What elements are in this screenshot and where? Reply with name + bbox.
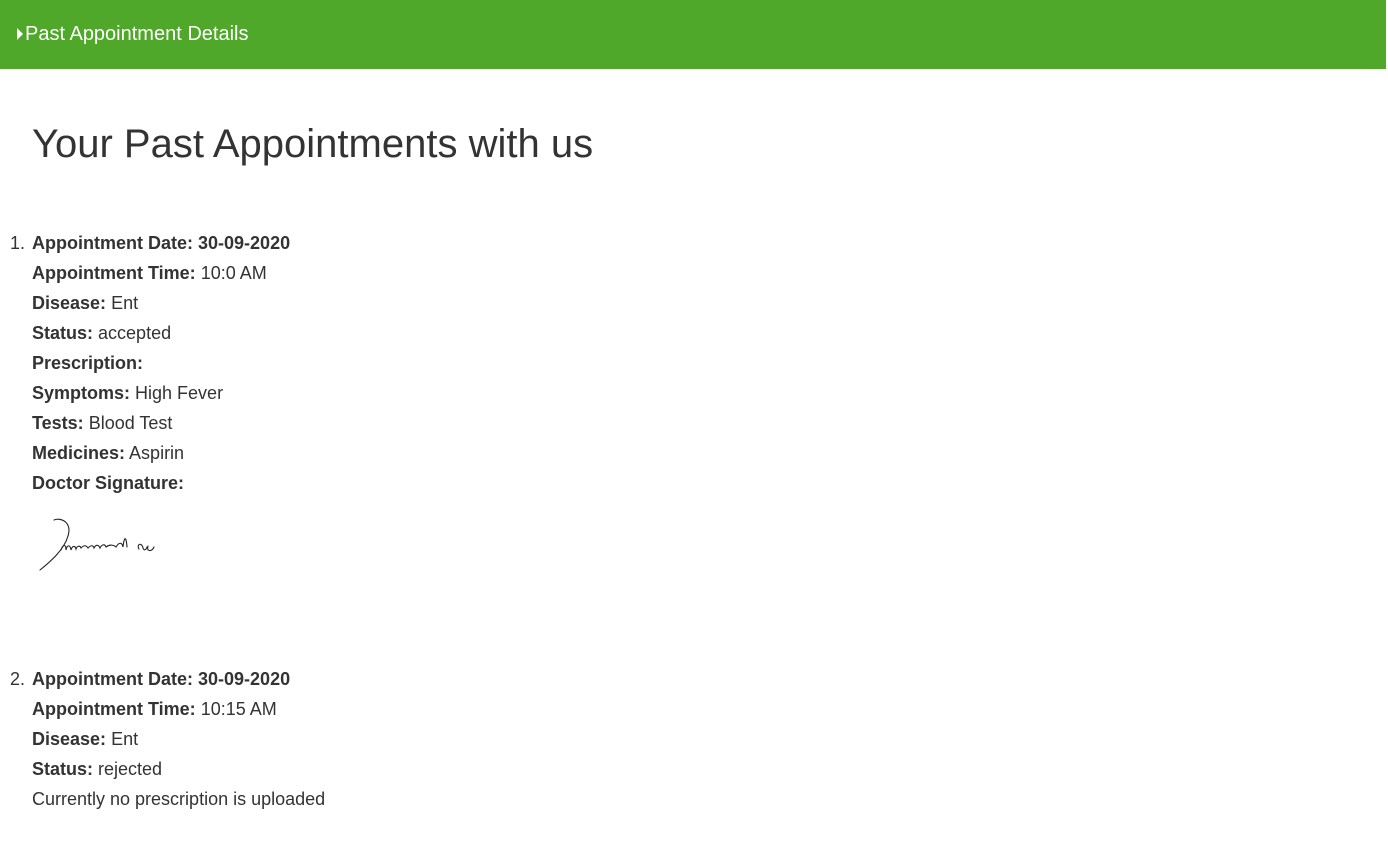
disease-label: Disease:: [32, 293, 107, 313]
prescription-row: Prescription:: [32, 348, 1000, 378]
doctor-signature-container: [32, 498, 1000, 628]
doctor-signature-image: [39, 518, 155, 571]
status-row: Status: rejected: [32, 754, 1000, 784]
symptoms-value: High Fever: [135, 383, 224, 403]
doctor-signature-label: Doctor Signature:: [32, 473, 185, 493]
appointment-time-label: Appointment Time:: [32, 699, 196, 719]
disease-value: Ent: [111, 729, 139, 749]
appointment-date-label: Appointment Date:: [32, 669, 193, 689]
disease-value: Ent: [111, 293, 139, 313]
symptoms-label: Symptoms:: [32, 383, 131, 403]
appointment-date-label: Appointment Date:: [32, 233, 193, 253]
appointment-date-row: Appointment Date: 30-09-2020: [32, 228, 1000, 258]
tests-label: Tests:: [32, 413, 84, 433]
status-value: rejected: [98, 759, 163, 779]
disease-label: Disease:: [32, 729, 107, 749]
past-appointment-details-toggle[interactable]: Past Appointment Details: [0, 0, 1386, 69]
appointment-time-row: Appointment Time: 10:0 AM: [32, 258, 1000, 288]
appointment-date-row: Appointment Date: 30-09-2020: [32, 664, 1000, 694]
appointment-time-row: Appointment Time: 10:15 AM: [32, 694, 1000, 724]
appointment-time-value: 10:15 AM: [200, 699, 277, 719]
medicines-label: Medicines:: [32, 443, 126, 463]
disease-row: Disease: Ent: [32, 288, 1000, 318]
symptoms-row: Symptoms: High Fever: [32, 378, 1000, 408]
appointment-item: 1. Appointment Date: 30-09-2020 Appointm…: [0, 228, 1000, 628]
medicines-value: Aspirin: [129, 443, 185, 463]
tests-value: Blood Test: [88, 413, 173, 433]
appointment-date-value: 30-09-2020: [198, 233, 291, 253]
appointment-time-value: 10:0 AM: [200, 263, 267, 283]
status-value: accepted: [98, 323, 172, 343]
appointment-number: 2.: [10, 669, 26, 689]
medicines-row: Medicines: Aspirin: [32, 438, 1000, 468]
appointment-time-label: Appointment Time:: [32, 263, 196, 283]
caret-right-icon: [17, 27, 23, 40]
page-title: Your Past Appointments with us: [32, 122, 594, 166]
status-row: Status: accepted: [32, 318, 1000, 348]
doctor-signature-row: Doctor Signature:: [32, 468, 1000, 498]
tests-row: Tests: Blood Test: [32, 408, 1000, 438]
appointment-date-value: 30-09-2020: [198, 669, 291, 689]
toggle-label: Past Appointment Details: [25, 22, 249, 45]
disease-row: Disease: Ent: [32, 724, 1000, 754]
no-prescription-message: Currently no prescription is uploaded: [32, 789, 326, 809]
appointment-list: 1. Appointment Date: 30-09-2020 Appointm…: [0, 228, 1000, 814]
appointment-number: 1.: [10, 233, 26, 253]
status-label: Status:: [32, 323, 94, 343]
status-label: Status:: [32, 759, 94, 779]
appointment-item: 2. Appointment Date: 30-09-2020 Appointm…: [0, 664, 1000, 814]
prescription-label: Prescription:: [32, 353, 144, 373]
